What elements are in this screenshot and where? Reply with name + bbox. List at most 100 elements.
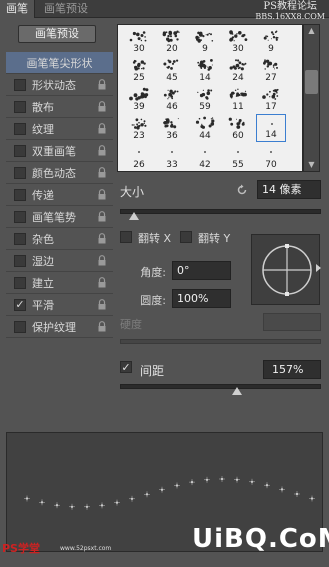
reset-size-icon[interactable]	[236, 184, 248, 196]
brush-tip-size: 9	[202, 44, 208, 54]
spacing-checkbox[interactable]: ✓	[120, 360, 132, 374]
brush-tip-cell[interactable]: 30	[124, 27, 154, 55]
lock-icon[interactable]	[97, 189, 107, 200]
size-input[interactable]: 14 像素	[257, 180, 321, 199]
sidebar-item[interactable]: 纹理	[6, 118, 113, 140]
footer-site-text: www.52psxt.com	[60, 545, 112, 552]
sidebar-item-label: 颜色动态	[32, 166, 76, 180]
sidebar-item[interactable]: 建立	[6, 272, 113, 294]
spacing-slider-thumb[interactable]	[231, 387, 242, 395]
flip-x-label: 翻转 X	[138, 232, 172, 245]
brush-tip-icon	[262, 88, 279, 100]
sidebar-item-checkbox[interactable]: ✓	[14, 298, 26, 311]
size-slider-thumb[interactable]	[129, 212, 140, 220]
brush-tip-cell[interactable]: 24	[223, 56, 253, 84]
brush-tip-cell[interactable]: 9	[190, 27, 220, 55]
brush-tip-icon	[229, 30, 248, 42]
lock-icon[interactable]	[97, 167, 107, 178]
sidebar-item-checkbox[interactable]	[14, 122, 26, 135]
brush-tip-cell[interactable]: 59	[190, 85, 220, 113]
sidebar-item-checkbox[interactable]	[14, 188, 26, 201]
lock-icon[interactable]	[97, 277, 107, 288]
brush-presets-button[interactable]: 画笔预设	[18, 25, 96, 43]
flip-y-label: 翻转 Y	[198, 232, 231, 245]
flip-x-checkbox[interactable]	[120, 231, 132, 243]
lock-icon[interactable]	[97, 299, 107, 310]
brush-tip-cell[interactable]: 42	[190, 143, 220, 171]
brush-tip-cell[interactable]: 36	[157, 114, 187, 142]
brush-tip-cell[interactable]: 55	[223, 143, 253, 171]
brush-tip-cell[interactable]: 14	[190, 56, 220, 84]
brush-settings-list: 画笔笔尖形状形状动态散布 纹理 双重画笔颜色动态传递 画笔笔势 杂色 湿边 建立 ✓ 平滑 保护纹…	[6, 52, 113, 338]
brush-tip-icon	[270, 151, 272, 153]
sidebar-item[interactable]: 湿边	[6, 250, 113, 272]
sidebar-item[interactable]: 画笔笔势	[6, 206, 113, 228]
size-label: 大小	[120, 185, 145, 199]
lock-icon[interactable]	[97, 233, 107, 244]
brush-tip-cell[interactable]: 33	[157, 143, 187, 171]
brush-tip-cell[interactable]: 70	[256, 143, 286, 171]
sidebar-item[interactable]: ✓ 平滑	[6, 294, 113, 316]
sidebar-item[interactable]: 形状动态	[6, 74, 113, 96]
brush-tip-cell[interactable]: 30	[223, 27, 253, 55]
grid-scroll-thumb[interactable]	[305, 70, 318, 94]
sidebar-item-checkbox[interactable]	[14, 232, 26, 245]
sidebar-item-checkbox[interactable]	[14, 144, 26, 157]
angle-label: 角度:	[140, 266, 166, 279]
sidebar-item-checkbox[interactable]	[14, 100, 26, 113]
brush-tip-cell[interactable]: 27	[256, 56, 286, 84]
lock-icon[interactable]	[97, 321, 107, 332]
lock-icon[interactable]	[97, 145, 107, 156]
brush-tip-cell[interactable]: 14	[256, 114, 286, 142]
sidebar-item[interactable]: 颜色动态	[6, 162, 113, 184]
brush-tip-cell[interactable]: 39	[124, 85, 154, 113]
sidebar-item[interactable]: 散布	[6, 96, 113, 118]
sidebar-item[interactable]: 画笔笔尖形状	[6, 52, 113, 74]
lock-icon[interactable]	[97, 123, 107, 134]
lock-icon[interactable]	[97, 211, 107, 222]
angle-input[interactable]: 0°	[172, 261, 231, 280]
spacing-slider[interactable]	[120, 384, 321, 389]
brush-tip-cell[interactable]: 9	[256, 27, 286, 55]
sidebar-item[interactable]: 传递	[6, 184, 113, 206]
brush-tip-size: 55	[232, 160, 244, 170]
brush-tip-cell[interactable]: 44	[190, 114, 220, 142]
sidebar-item-label: 画笔笔尖形状	[26, 56, 93, 70]
hardness-label: 硬度	[120, 318, 142, 331]
scroll-down-icon[interactable]: ▼	[305, 160, 318, 170]
tab-brush[interactable]: 画笔	[0, 0, 35, 18]
checkmark-icon: ✓	[121, 360, 131, 374]
sidebar-item-checkbox[interactable]	[14, 254, 26, 267]
brush-tip-size: 23	[133, 131, 145, 141]
brush-tip-cell[interactable]: 23	[124, 114, 154, 142]
size-slider[interactable]	[120, 209, 321, 214]
sidebar-item-label: 形状动态	[32, 78, 76, 92]
spacing-input[interactable]: 157%	[263, 360, 321, 379]
brush-tip-cell[interactable]: 20	[157, 27, 187, 55]
brush-tip-cell[interactable]: 25	[124, 56, 154, 84]
lock-icon[interactable]	[97, 101, 107, 112]
roundness-input[interactable]: 100%	[172, 289, 231, 308]
sidebar-item[interactable]: 双重画笔	[6, 140, 113, 162]
sidebar-item-checkbox[interactable]	[14, 166, 26, 179]
brush-tip-cell[interactable]: 26	[124, 143, 154, 171]
brush-tip-cell[interactable]: 11	[223, 85, 253, 113]
grid-scrollbar[interactable]	[303, 24, 320, 172]
sidebar-item-checkbox[interactable]	[14, 210, 26, 223]
brush-tip-cell[interactable]: 60	[223, 114, 253, 142]
sidebar-item[interactable]: 保护纹理	[6, 316, 113, 338]
brush-tip-cell[interactable]: 46	[157, 85, 187, 113]
flip-y-checkbox[interactable]	[180, 231, 192, 243]
sidebar-item-checkbox[interactable]	[14, 276, 26, 289]
lock-icon[interactable]	[97, 79, 107, 90]
lock-icon[interactable]	[97, 255, 107, 266]
sidebar-item-checkbox[interactable]	[14, 320, 26, 333]
angle-roundness-widget[interactable]	[251, 234, 320, 305]
scroll-up-icon[interactable]: ▲	[305, 26, 318, 36]
sidebar-item-checkbox[interactable]	[14, 78, 26, 91]
sidebar-item[interactable]: 杂色	[6, 228, 113, 250]
brush-tip-cell[interactable]: 17	[256, 85, 286, 113]
tab-brush-presets[interactable]: 画笔预设	[38, 0, 94, 18]
brush-tip-cell[interactable]: 45	[157, 56, 187, 84]
angle-arrow-icon[interactable]	[316, 264, 321, 272]
